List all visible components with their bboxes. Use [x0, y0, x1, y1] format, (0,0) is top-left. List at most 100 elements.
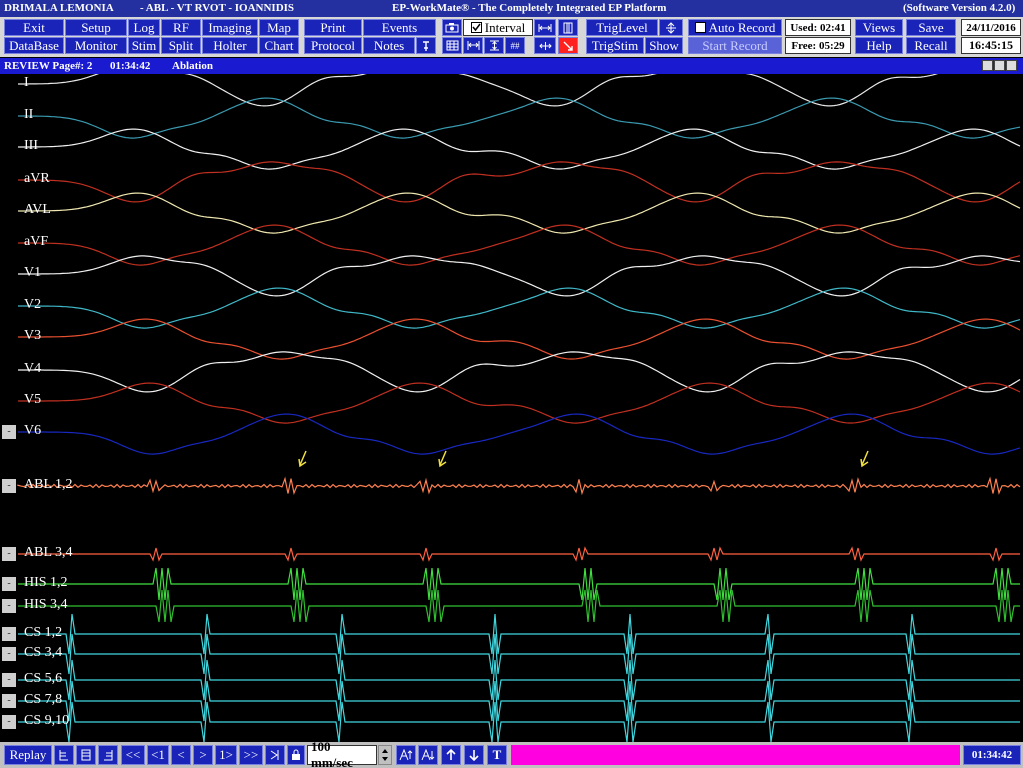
channel-label: V4	[24, 361, 42, 376]
channel-handle[interactable]: -	[2, 694, 16, 708]
page-last-icon[interactable]	[98, 745, 118, 765]
protocol-button[interactable]: Protocol	[304, 37, 362, 54]
events-button[interactable]: Events	[363, 19, 436, 36]
auto-record-toggle[interactable]: Auto Record	[688, 19, 782, 36]
sweep-speed-select[interactable]: 100 mm/sec	[307, 739, 377, 768]
channel-handle[interactable]: -	[2, 715, 16, 729]
interval-label: Interval	[484, 19, 526, 35]
nav-prev-page-button[interactable]: <1	[147, 745, 169, 765]
database-button[interactable]: DataBase	[4, 37, 64, 54]
arrow-up-icon[interactable]	[441, 745, 461, 765]
channel-label: V2	[24, 297, 42, 312]
print-button[interactable]: Print	[304, 19, 362, 36]
recall-button[interactable]: Recall	[906, 37, 956, 54]
trace-area: I II III aVR AVL aVF V1 V2 V3 V4 V5 V6- ABL 1,2- ABL …	[0, 74, 1023, 742]
trace-line	[18, 318, 1021, 360]
nav-next-page-button[interactable]: 1>	[215, 745, 237, 765]
channel-handle[interactable]: -	[2, 547, 16, 561]
amplitude-down-icon[interactable]	[418, 745, 438, 765]
trace-line	[18, 287, 1021, 329]
channel-handle[interactable]: -	[2, 627, 16, 641]
camera-icon[interactable]	[442, 19, 462, 36]
clear-icon[interactable]	[558, 37, 578, 54]
channel-label: V1	[24, 265, 42, 280]
chart-button[interactable]: Chart	[259, 37, 299, 54]
caliper-icon[interactable]	[534, 19, 556, 36]
channel-label: CS 7,8	[24, 692, 63, 707]
imaging-button[interactable]: Imaging	[202, 19, 258, 36]
nav-first-button[interactable]: <<	[121, 745, 145, 765]
views-button[interactable]: Views	[855, 19, 903, 36]
channel-label: aVR	[24, 171, 50, 186]
split-button[interactable]: Split	[161, 37, 201, 54]
arrow-down-icon[interactable]	[464, 745, 484, 765]
up-down-icon[interactable]	[659, 19, 683, 36]
end-icon[interactable]	[265, 745, 285, 765]
trace-line	[18, 659, 1020, 701]
channel-label: I	[24, 75, 29, 90]
channel-label: CS 3,4	[24, 645, 63, 660]
monitor-button[interactable]: Monitor	[65, 37, 127, 54]
interval-checkbox[interactable]	[470, 22, 482, 33]
annotation-arrow	[438, 450, 447, 468]
page-list-icon[interactable]	[76, 745, 96, 765]
channel-label: III	[24, 138, 38, 153]
annotation-arrow	[860, 450, 869, 468]
channel-handle[interactable]: -	[2, 577, 16, 591]
replay-clock: 01:34:42	[963, 745, 1021, 765]
restore-icon[interactable]	[994, 60, 1005, 71]
expand-icon[interactable]	[534, 37, 556, 54]
trace-line	[18, 613, 1020, 655]
holter-button[interactable]: Holter	[202, 37, 258, 54]
channel-handle[interactable]: -	[2, 479, 16, 493]
review-timestamp: 01:34:42	[110, 60, 151, 72]
channel-handle[interactable]: -	[2, 647, 16, 661]
minimize-icon[interactable]	[982, 60, 993, 71]
rf-button[interactable]: RF	[161, 19, 201, 36]
speed-stepper-icon[interactable]	[378, 745, 392, 765]
replay-button[interactable]: Replay	[4, 745, 52, 765]
nav-next-button[interactable]: >	[193, 745, 213, 765]
grid-icon[interactable]	[442, 37, 462, 54]
channel-label: CS 5,6	[24, 671, 63, 686]
help-button[interactable]: Help	[855, 37, 903, 54]
channel-label: V5	[24, 392, 42, 407]
channel-handle[interactable]: -	[2, 599, 16, 613]
interval-toggle[interactable]: Interval	[463, 19, 533, 36]
map-button[interactable]: Map	[259, 19, 299, 36]
auto-record-label: Auto Record	[708, 19, 776, 35]
marker-t-button[interactable]: T	[487, 745, 507, 765]
gain-icon[interactable]	[484, 37, 504, 54]
trace-line	[18, 74, 939, 107]
maximize-icon[interactable]	[1006, 60, 1017, 71]
trace-line	[18, 97, 1021, 139]
nav-prev-button[interactable]: <	[171, 745, 191, 765]
auto-record-checkbox[interactable]	[694, 22, 706, 33]
trace-line	[18, 128, 1021, 170]
hash-icon[interactable]: ##	[505, 37, 525, 54]
setup-button[interactable]: Setup	[65, 19, 127, 36]
channel-handle[interactable]: -	[2, 673, 16, 687]
channel-label: CS 1,2	[24, 625, 63, 640]
split-horizontal-icon[interactable]	[463, 37, 483, 54]
page-first-icon[interactable]	[54, 745, 74, 765]
lock-icon[interactable]	[287, 745, 305, 765]
show-button[interactable]: Show	[645, 37, 683, 54]
exit-button[interactable]: Exit	[4, 19, 64, 36]
nav-last-button[interactable]: >>	[239, 745, 263, 765]
amplitude-up-icon[interactable]	[396, 745, 416, 765]
ecg-traces	[17, 74, 1021, 742]
log-button[interactable]: Log	[128, 19, 160, 36]
review-mode: Ablation	[172, 60, 213, 72]
save-button[interactable]: Save	[906, 19, 956, 36]
channel-handle[interactable]: -	[2, 425, 16, 439]
stim-button[interactable]: Stim	[128, 37, 160, 54]
playback-bar: Replay << <1 < > 1> >> 100 mm/sec T 01:3…	[0, 739, 1023, 768]
notes-button[interactable]: Notes	[363, 37, 415, 54]
trace-line	[18, 546, 1020, 562]
ruler-icon[interactable]	[558, 19, 578, 36]
start-record-button[interactable]: Start Record	[688, 37, 782, 54]
trig-stim-button[interactable]: TrigStim	[586, 37, 644, 54]
trig-level-button[interactable]: TrigLevel	[586, 19, 658, 36]
pin-icon[interactable]	[416, 37, 436, 54]
